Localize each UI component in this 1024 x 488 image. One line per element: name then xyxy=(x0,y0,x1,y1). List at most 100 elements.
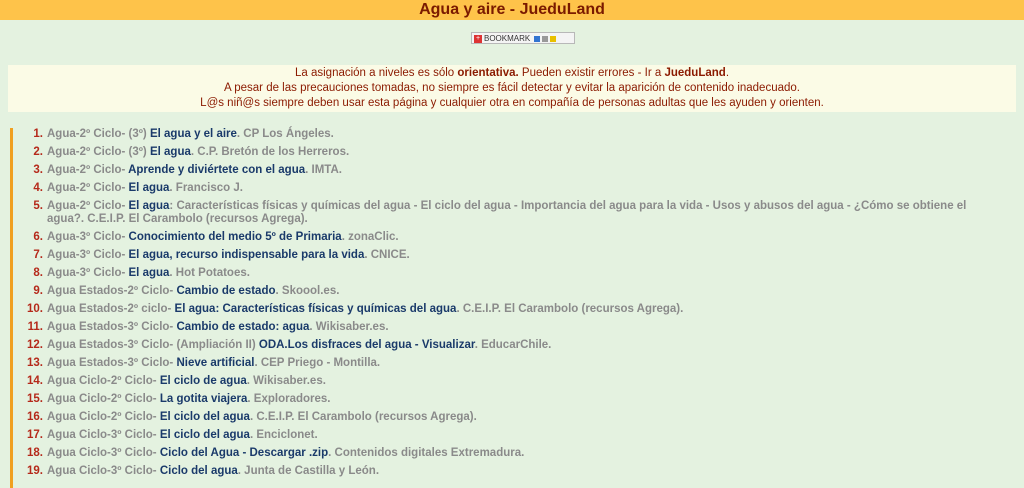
item-source: . Contenidos digitales Extremadura. xyxy=(328,447,525,459)
item-source: . CNICE. xyxy=(364,249,410,261)
item-source: . CP Los Ángeles. xyxy=(236,128,334,140)
list-item: 3. Agua-2º Ciclo- Aprende y diviértete co… xyxy=(13,164,987,177)
item-number: 1. xyxy=(33,128,43,140)
list-item: 18. Agua Ciclo-3º Ciclo- Ciclo del Agua -… xyxy=(13,447,987,460)
item-source: . Enciclonet. xyxy=(249,429,318,441)
item-source: . Wikisaber.es. xyxy=(309,321,389,333)
notice-text: Pueden existir errores - Ir a xyxy=(518,67,665,79)
resource-link[interactable]: El agua xyxy=(129,200,170,212)
list-item: 19. Agua Ciclo-3º Ciclo- Ciclo del agua. … xyxy=(13,465,987,478)
item-source: . CEP Priego - Montilla. xyxy=(254,357,381,369)
bookmark-label: BOOKMARK xyxy=(484,34,531,43)
page-title: Agua y aire - JueduLand xyxy=(0,0,1024,20)
item-level: Agua Ciclo-2º Ciclo- xyxy=(47,375,160,387)
notice-text: La asignación a niveles es sólo xyxy=(294,67,458,79)
item-number: 18. xyxy=(27,447,43,459)
notice-line-3: L@s niñ@s siempre deben usar esta página… xyxy=(200,97,824,109)
resource-link[interactable]: Ciclo del agua xyxy=(160,465,238,477)
delicious-icon xyxy=(534,35,541,42)
item-number: 5. xyxy=(33,200,43,212)
item-level: Agua-2º Ciclo- (3º) xyxy=(47,128,150,140)
notice-line-1: La asignación a niveles es sólo orientat… xyxy=(8,66,1016,81)
resource-link[interactable]: Ciclo del Agua - Descargar .zip xyxy=(160,447,328,459)
notice-emphasis: orientativa. xyxy=(457,67,519,79)
item-level: Agua Ciclo-3º Ciclo- xyxy=(47,447,160,459)
item-number: 13. xyxy=(27,357,43,369)
item-level: Agua-3º Ciclo- xyxy=(47,249,129,261)
resource-link[interactable]: El ciclo del agua xyxy=(160,411,250,423)
item-level: Agua Estados-2º Ciclo- xyxy=(47,285,177,297)
item-source: . C.E.I.P. El Carambolo (recursos Agrega… xyxy=(249,411,477,423)
item-number: 8. xyxy=(33,267,43,279)
resource-link[interactable]: El ciclo del agua xyxy=(160,429,250,441)
item-source: . C.E.I.P. El Carambolo (recursos Agrega… xyxy=(456,303,684,315)
item-level: Agua-2º Ciclo- xyxy=(47,164,129,176)
item-number: 10. xyxy=(27,303,43,315)
item-source: . EducarChile. xyxy=(474,339,552,351)
resource-link[interactable]: El agua y el aire xyxy=(150,128,237,140)
notice-text: . xyxy=(725,67,730,79)
list-item: 1. Agua-2º Ciclo- (3º) El agua y el aire.… xyxy=(13,128,987,141)
item-number: 12. xyxy=(27,339,43,351)
list-item: 7. Agua-3º Ciclo- El agua, recurso indisp… xyxy=(13,249,987,262)
item-level: Agua-2º Ciclo- (3º) xyxy=(47,146,150,158)
item-number: 15. xyxy=(27,393,43,405)
item-source: . Skoool.es. xyxy=(275,285,340,297)
notice-line-2: A pesar de las precauciones tomadas, no … xyxy=(224,82,800,94)
resource-link[interactable]: Conocimiento del medio 5º de Primaria xyxy=(129,231,342,243)
bookmark-button[interactable]: + BOOKMARK xyxy=(471,32,575,44)
resource-link[interactable]: El agua xyxy=(129,182,170,194)
item-number: 4. xyxy=(33,182,43,194)
item-source: . zonaClic. xyxy=(341,231,399,243)
resource-link[interactable]: La gotita viajera xyxy=(160,393,248,405)
item-number: 7. xyxy=(33,249,43,261)
item-number: 11. xyxy=(27,321,43,333)
item-source: . Hot Potatoes. xyxy=(169,267,250,279)
list-item: 11. Agua Estados-3º Ciclo- Cambio de esta… xyxy=(13,321,987,334)
item-level: Agua Estados-3º Ciclo- (Ampliación II) xyxy=(47,339,259,351)
item-level: Agua Ciclo-2º Ciclo- xyxy=(47,411,160,423)
item-number: 3. xyxy=(33,164,43,176)
item-number: 14. xyxy=(27,375,43,387)
item-level: Agua Estados-2º ciclo- xyxy=(47,303,175,315)
list-item: 12. Agua Estados-3º Ciclo- (Ampliación II… xyxy=(13,339,987,352)
resource-link[interactable]: El agua, recurso indispensable para la v… xyxy=(129,249,365,261)
notice-box: La asignación a niveles es sólo orientat… xyxy=(8,65,1016,112)
item-level: Agua-2º Ciclo- xyxy=(47,182,129,194)
item-level: Agua Ciclo-2º Ciclo- xyxy=(47,393,160,405)
item-source: : Características físicas y químicas del… xyxy=(47,200,967,225)
list-item: 9. Agua Estados-2º Ciclo- Cambio de estad… xyxy=(13,285,987,298)
list-item: 16. Agua Ciclo-2º Ciclo- El ciclo del agu… xyxy=(13,411,987,424)
resource-link[interactable]: El agua xyxy=(129,267,170,279)
digg-icon xyxy=(542,35,549,42)
jueduland-link[interactable]: JueduLand xyxy=(664,67,725,79)
resource-link[interactable]: Aprende y diviértete con el agua xyxy=(128,164,305,176)
resource-link[interactable]: El ciclo de agua xyxy=(160,375,247,387)
list-item: 6. Agua-3º Ciclo- Conocimiento del medio … xyxy=(13,231,987,244)
resource-link[interactable]: El agua: Características físicas y quími… xyxy=(175,303,457,315)
resource-link[interactable]: Cambio de estado xyxy=(176,285,275,297)
plus-icon: + xyxy=(474,34,482,43)
item-level: Agua Ciclo-3º Ciclo- xyxy=(47,465,160,477)
item-level: Agua Estados-3º Ciclo- xyxy=(47,321,177,333)
item-level: Agua-3º Ciclo- xyxy=(47,231,129,243)
item-number: 6. xyxy=(33,231,43,243)
item-source: . Wikisaber.es. xyxy=(246,375,326,387)
item-number: 16. xyxy=(27,411,43,423)
resource-link[interactable]: Nieve artificial xyxy=(176,357,254,369)
item-level: Agua-3º Ciclo- xyxy=(47,267,129,279)
item-source: . Exploradores. xyxy=(247,393,331,405)
item-level: Agua Estados-3º Ciclo- xyxy=(47,357,177,369)
item-number: 19. xyxy=(27,465,43,477)
resource-link[interactable]: ODA.Los disfraces del agua - Visualizar xyxy=(259,339,475,351)
list-item: 4. Agua-2º Ciclo- El agua. Francisco J. xyxy=(13,182,987,195)
resource-link[interactable]: El agua xyxy=(150,146,191,158)
resource-link[interactable]: Cambio de estado: agua xyxy=(176,321,309,333)
list-item: 8. Agua-3º Ciclo- El agua. Hot Potatoes. xyxy=(13,267,987,280)
item-number: 9. xyxy=(33,285,43,297)
item-source: . Junta de Castilla y León. xyxy=(237,465,380,477)
list-item: 14. Agua Ciclo-2º Ciclo- El ciclo de agua… xyxy=(13,375,987,388)
item-source: . C.P. Bretón de los Herreros. xyxy=(190,146,350,158)
list-item: 2. Agua-2º Ciclo- (3º) El agua. C.P. Bret… xyxy=(13,146,987,159)
item-level: Agua-2º Ciclo- xyxy=(47,200,129,212)
